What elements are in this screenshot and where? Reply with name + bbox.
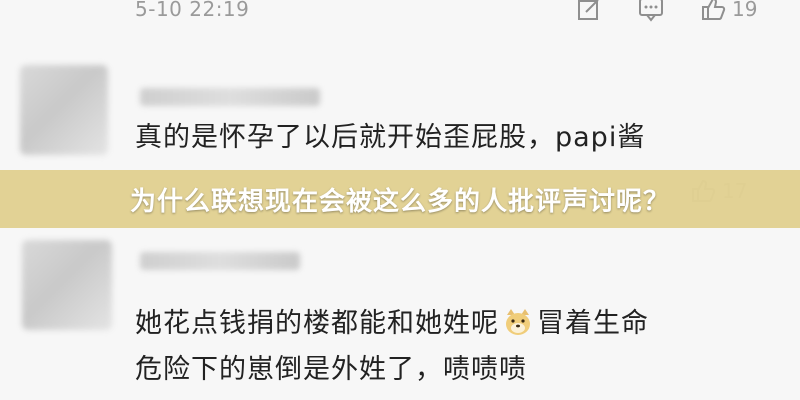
avatar[interactable]	[20, 65, 108, 155]
username-blurred[interactable]	[140, 88, 320, 106]
comment-text: 真的是怀孕了以后就开始歪屁股，papi酱	[135, 122, 646, 153]
doge-emoji-icon	[503, 307, 533, 337]
comment-text-line-1: 她花点钱捐的楼都能和她姓呢 冒着生命	[135, 304, 649, 344]
comment-text-line-2: 危险下的崽倒是外姓了，啧啧啧	[135, 354, 527, 385]
banner-title: 为什么联想现在会被这么多的人批评声讨呢？	[129, 186, 670, 217]
headline-banner: 为什么联想现在会被这么多的人批评声讨呢？	[0, 170, 800, 228]
comment-actions: 19	[540, 0, 757, 22]
comment-timestamp: 5-10 22:19	[135, 0, 250, 21]
comment-icon[interactable]	[638, 0, 664, 22]
comment-text: 她花点钱捐的楼都能和她姓呢	[135, 308, 499, 339]
comment-text: 冒着生命	[537, 308, 649, 339]
share-icon[interactable]	[576, 0, 602, 22]
username-blurred[interactable]	[140, 252, 300, 270]
like-count: 19	[732, 0, 758, 21]
avatar[interactable]	[22, 240, 112, 330]
thumbs-up-icon[interactable]	[700, 0, 726, 22]
